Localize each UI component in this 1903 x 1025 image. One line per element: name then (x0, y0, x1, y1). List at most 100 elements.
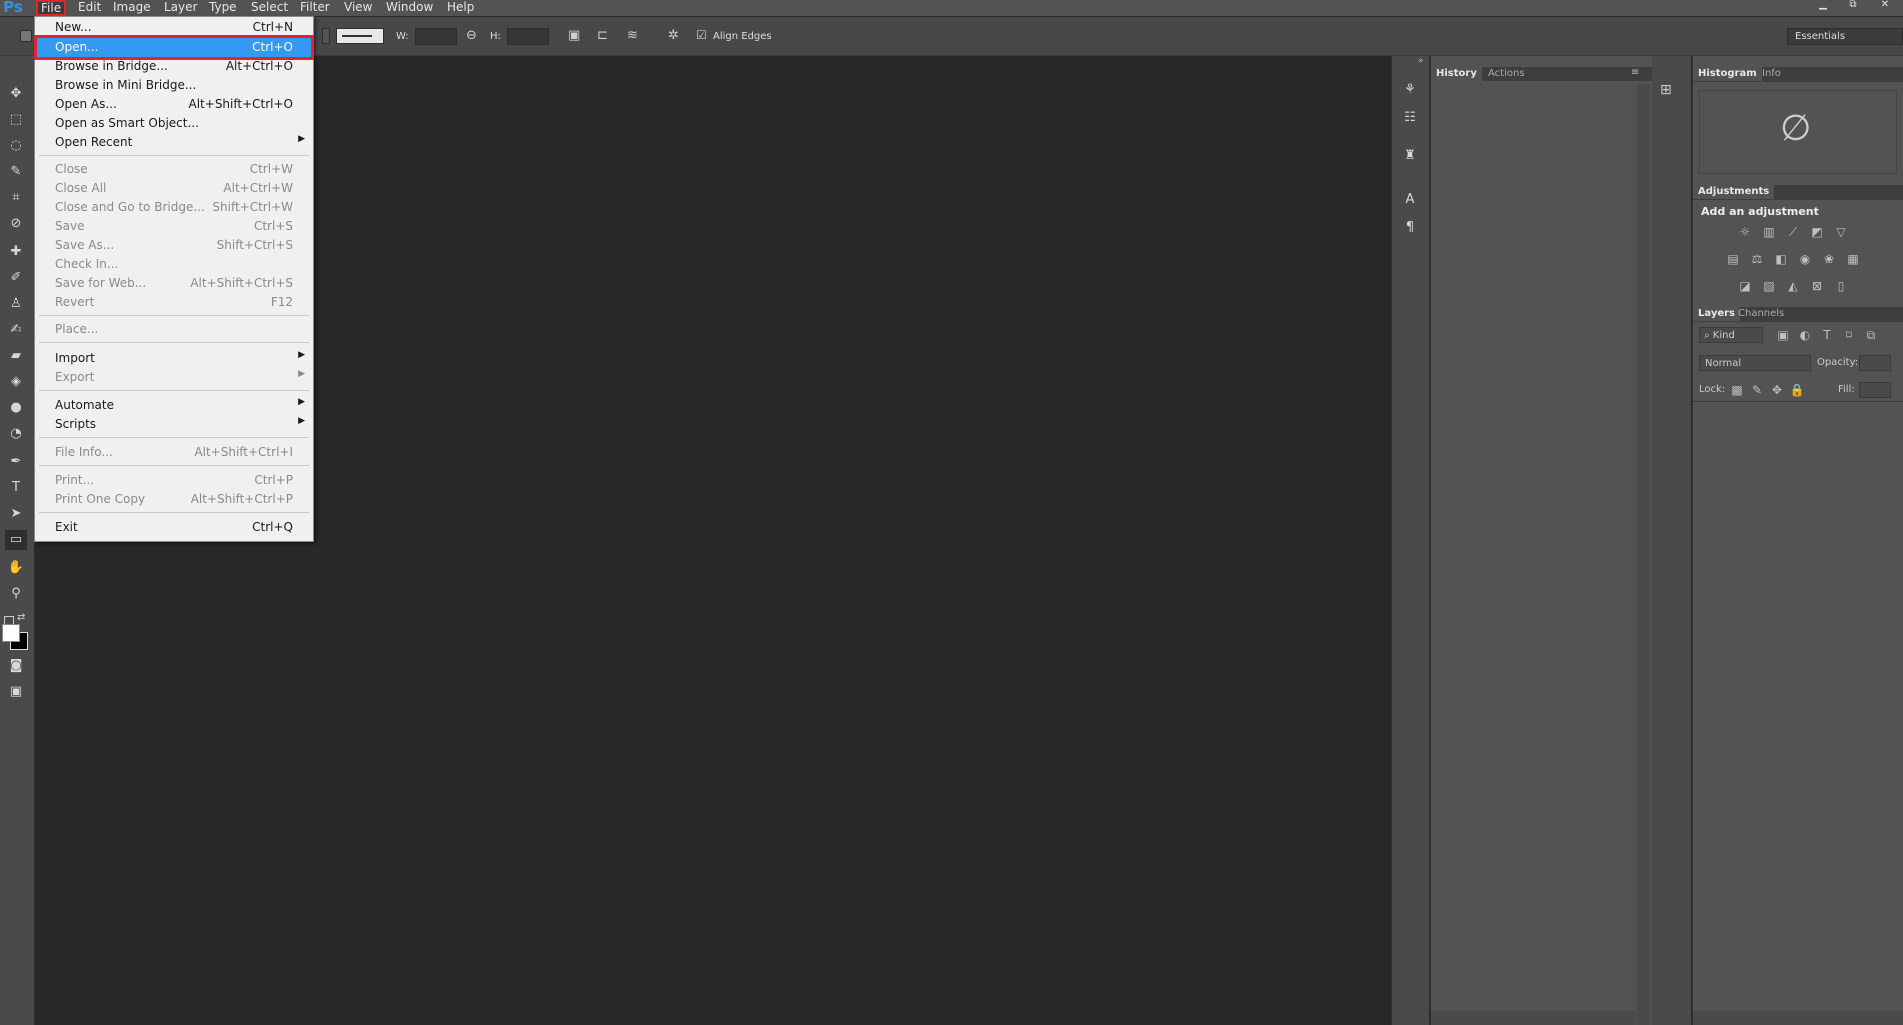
history-scrollbar[interactable] (1637, 84, 1650, 1025)
path-operations-icon[interactable]: ▣ (568, 29, 580, 43)
tab-actions[interactable]: Actions (1483, 67, 1530, 81)
collapse-arrows-icon[interactable]: » (1418, 56, 1424, 66)
menu-select[interactable]: Select (251, 0, 288, 16)
hue-saturation-icon[interactable]: ▤ (1725, 252, 1741, 266)
link-icon[interactable]: ⊖ (466, 29, 477, 43)
foreground-color-swatch[interactable] (2, 624, 20, 642)
path-selection-tool-icon[interactable]: ➤ (5, 504, 27, 524)
brush-preset-icon[interactable]: ⚘ (1400, 80, 1420, 100)
layer-kind-filter[interactable]: ⌕ Kind (1699, 327, 1763, 343)
hand-tool-icon[interactable]: ✋ (5, 558, 27, 578)
opacity-input[interactable] (1859, 355, 1891, 371)
panel-menu-icon[interactable]: ≡ (1631, 67, 1639, 78)
minimize-icon[interactable]: ▁ (1812, 0, 1834, 10)
menu-layer[interactable]: Layer (164, 0, 197, 16)
menu-filter[interactable]: Filter (300, 0, 330, 16)
gradient-map-icon[interactable]: ▯ (1833, 279, 1849, 293)
menu-image[interactable]: Image (113, 0, 151, 16)
menu-item-open[interactable]: Open... Ctrl+O (34, 35, 314, 60)
width-input[interactable] (415, 28, 457, 45)
color-balance-icon[interactable]: ⚖ (1749, 252, 1765, 266)
gear-icon[interactable]: ✲ (668, 29, 679, 43)
pen-tool-icon[interactable]: ✒ (5, 452, 27, 472)
threshold-icon[interactable]: ◭ (1785, 279, 1801, 293)
curves-icon[interactable]: ⟋ (1785, 225, 1801, 239)
brightness-icon[interactable]: ☼ (1737, 225, 1753, 239)
healing-brush-tool-icon[interactable]: ✚ (5, 242, 27, 262)
stroke-type-dropdown[interactable] (336, 28, 384, 44)
posterize-icon[interactable]: ▨ (1761, 279, 1777, 293)
color-lookup-icon[interactable]: ▦ (1845, 252, 1861, 266)
close-icon[interactable]: ✕ (1874, 0, 1896, 10)
lock-transparency-icon[interactable]: ▩ (1729, 383, 1745, 397)
menu-view[interactable]: View (344, 0, 372, 16)
workspace-dropdown[interactable]: Essentials (1787, 28, 1903, 45)
quick-mask-icon[interactable]: ◙ (5, 656, 27, 676)
blur-tool-icon[interactable]: ● (5, 398, 27, 418)
filter-pixel-icon[interactable]: ▣ (1775, 328, 1791, 342)
character-panel-icon[interactable]: A (1400, 190, 1420, 210)
menu-item-browse-in-mini-bridge[interactable]: Browse in Mini Bridge... (37, 76, 311, 95)
photo-filter-icon[interactable]: ◉ (1797, 252, 1813, 266)
menu-item-open-recent[interactable]: Open Recent ▶ (37, 133, 311, 152)
menu-type[interactable]: Type (209, 0, 237, 16)
brush-settings-icon[interactable]: ☷ (1400, 108, 1420, 128)
tab-channels[interactable]: Channels (1733, 307, 1789, 321)
move-tool-icon[interactable]: ✥ (5, 84, 27, 104)
screen-mode-icon[interactable]: ▣ (5, 682, 27, 702)
brush-tool-icon[interactable]: ✐ (5, 268, 27, 288)
menu-file[interactable]: File (36, 0, 67, 16)
filter-adjustment-icon[interactable]: ◐ (1797, 328, 1813, 342)
restore-icon[interactable]: ⧉ (1842, 0, 1864, 10)
invert-icon[interactable]: ◪ (1737, 279, 1753, 293)
tab-histogram[interactable]: Histogram (1693, 67, 1762, 81)
shape-fill-dropdown[interactable] (322, 28, 330, 44)
blend-mode-dropdown[interactable]: Normal (1699, 355, 1811, 371)
eraser-tool-icon[interactable]: ▰ (5, 346, 27, 366)
align-edges-checkbox[interactable]: ☑ (696, 28, 707, 42)
exposure-icon[interactable]: ◩ (1809, 225, 1825, 239)
quick-selection-tool-icon[interactable]: ✎ (5, 162, 27, 182)
height-input[interactable] (507, 28, 549, 45)
menu-item-browse-in-bridge[interactable]: Browse in Bridge... Alt+Ctrl+O (37, 57, 311, 76)
levels-icon[interactable]: ▥ (1761, 225, 1777, 239)
dodge-tool-icon[interactable]: ◔ (5, 424, 27, 444)
menu-item-new[interactable]: New... Ctrl+N (37, 18, 311, 37)
menu-edit[interactable]: Edit (78, 0, 101, 16)
eyedropper-tool-icon[interactable]: ⊘ (5, 214, 27, 234)
path-arrangement-icon[interactable]: ≋ (627, 29, 638, 43)
filter-smart-object-icon[interactable]: ⧉ (1863, 328, 1879, 342)
menu-item-import[interactable]: Import ▶ (37, 349, 311, 368)
black-white-icon[interactable]: ◧ (1773, 252, 1789, 266)
paint-bucket-tool-icon[interactable]: ◈ (5, 372, 27, 392)
lock-pixels-icon[interactable]: ✎ (1749, 383, 1765, 397)
filter-type-icon[interactable]: T (1819, 328, 1835, 342)
menu-item-open-as[interactable]: Open As... Alt+Shift+Ctrl+O (37, 95, 311, 114)
history-brush-tool-icon[interactable]: ✍ (5, 320, 27, 340)
menu-item-open-as-smart-object[interactable]: Open as Smart Object... (37, 114, 311, 133)
type-tool-icon[interactable]: T (5, 478, 27, 498)
menu-item-scripts[interactable]: Scripts ▶ (37, 415, 311, 434)
channel-mixer-icon[interactable]: ❀ (1821, 252, 1837, 266)
zoom-tool-icon[interactable]: ⚲ (5, 584, 27, 604)
clone-source-icon[interactable]: ♜ (1400, 146, 1420, 166)
menu-item-automate[interactable]: Automate ▶ (37, 396, 311, 415)
paragraph-panel-icon[interactable]: ¶ (1400, 218, 1420, 238)
lasso-tool-icon[interactable]: ◌ (5, 136, 27, 156)
fill-input[interactable] (1859, 382, 1891, 398)
tab-history[interactable]: History (1431, 67, 1482, 81)
lock-all-icon[interactable]: 🔒 (1789, 383, 1805, 397)
marquee-tool-icon[interactable]: ⬚ (5, 110, 27, 130)
menu-help[interactable]: Help (447, 0, 474, 16)
selective-color-icon[interactable]: ⊠ (1809, 279, 1825, 293)
swap-colors-icon[interactable]: ⇄ (17, 612, 25, 623)
lock-position-icon[interactable]: ✥ (1769, 383, 1785, 397)
filter-shape-icon[interactable]: ⌑ (1841, 328, 1857, 342)
tab-info[interactable]: Info (1757, 67, 1786, 81)
clone-stamp-tool-icon[interactable]: ♙ (5, 294, 27, 314)
vibrance-icon[interactable]: ▽ (1833, 225, 1849, 239)
menu-window[interactable]: Window (386, 0, 433, 16)
menu-item-exit[interactable]: Exit Ctrl+Q (37, 518, 311, 537)
path-alignment-icon[interactable]: ⊏ (597, 29, 608, 43)
tool-preset-icon[interactable] (20, 30, 32, 42)
